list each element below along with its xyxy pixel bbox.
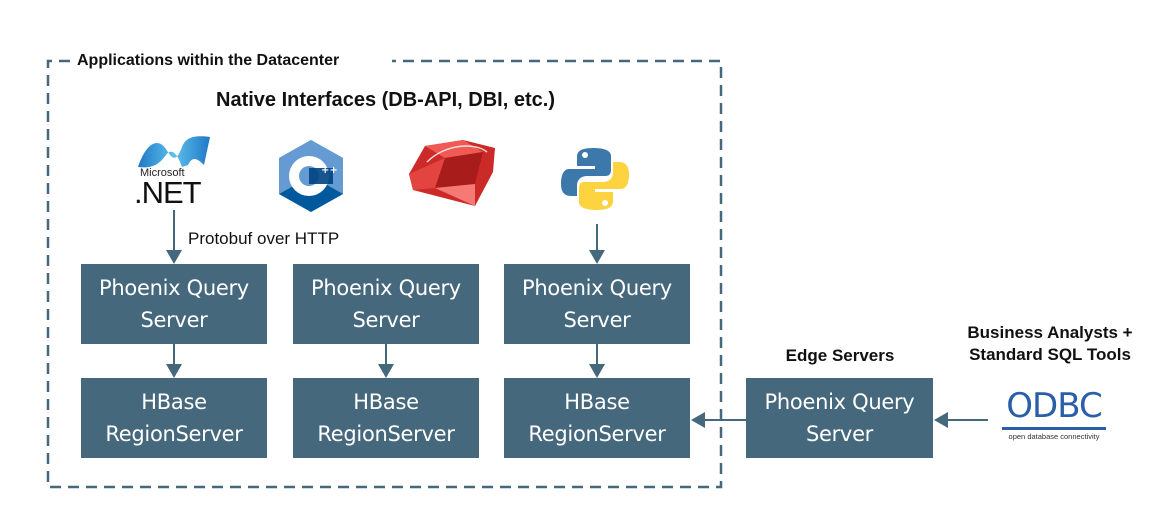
ruby-logo-icon [409,140,495,206]
business-analysts-heading: Business Analysts + Standard SQL Tools [967,323,1133,364]
odbc-logo: ODBC open database connectivity [998,388,1110,452]
native-interfaces-heading: Native Interfaces (DB-API, DBI, etc.) [216,89,555,111]
container-title: Applications within the Datacenter [77,52,340,69]
hbase-regionserver-2[interactable]: HBase RegionServer [293,378,479,458]
protobuf-label: Protobuf over HTTP [188,229,340,248]
edge-phoenix-query-server[interactable]: Phoenix Query Server [746,378,933,458]
dotnet-text: .NET [134,175,202,210]
phoenix-query-server-1[interactable]: Phoenix Query Server [81,264,267,344]
python-logo-icon [561,148,629,210]
odbc-underline [1002,427,1106,430]
phoenix-query-server-3[interactable]: Phoenix Query Server [504,264,690,344]
dotnet-logo: Microsoft .NET [132,133,216,213]
odbc-text: ODBC [1006,386,1102,426]
hbase-regionserver-1[interactable]: HBase RegionServer [81,378,267,458]
svg-text:++: ++ [321,165,338,176]
odbc-tagline: open database connectivity [1008,432,1100,441]
phoenix-query-server-2[interactable]: Phoenix Query Server [293,264,479,344]
hbase-regionserver-3[interactable]: HBase RegionServer [504,378,690,458]
cpp-logo-icon: ++ [279,140,343,212]
edge-servers-heading: Edge Servers [785,346,895,365]
